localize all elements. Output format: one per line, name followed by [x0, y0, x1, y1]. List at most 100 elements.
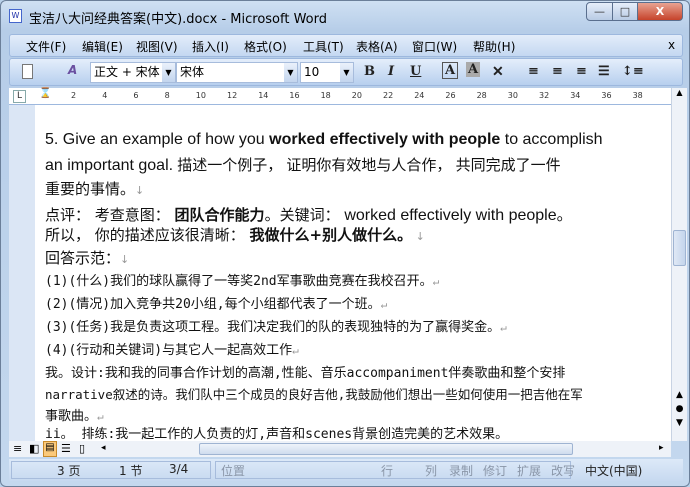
ruler-tick-label: 38 [632, 91, 643, 100]
styles-icon[interactable]: A [68, 63, 77, 77]
browse-object-icons[interactable]: ▲ ● ▼ [672, 388, 687, 430]
italic-button[interactable]: I [388, 64, 394, 79]
word-window: W 宝洁八大问经典答案(中文).docx - Microsoft Word — … [0, 0, 690, 487]
indent-marker[interactable]: ⌛ [39, 88, 51, 105]
maximize-button[interactable]: □ [612, 2, 638, 21]
horizontal-scroll-thumb[interactable] [199, 443, 573, 455]
status-row: 行 [381, 464, 394, 478]
paragraph-mark: ↵ [292, 344, 299, 357]
status-extend[interactable]: 扩展 [517, 462, 541, 479]
formatting-toolbar: A 正文 + 宋体 ▼ 宋体 ▼ 10 ▼ B I U A A ✕ ≡ ≡ ≡ ☰ ↕… [9, 58, 683, 86]
menu-help[interactable]: 帮助(H) [473, 38, 515, 55]
scroll-thumb[interactable] [673, 230, 686, 266]
answer-text: (2)(情况)加入竞争共20小组,每个小组都代表了一个班。 [45, 297, 381, 312]
underline-button[interactable]: U [410, 64, 421, 79]
outline-view-icon[interactable]: ☰ [61, 442, 71, 455]
font-value: 宋体 [180, 65, 205, 79]
answer-text: ii。 排练:我一起工作的人负责的灯,声音和scenes背景创造完美的艺术效果。 [45, 427, 509, 441]
tab-selector[interactable]: L [13, 90, 26, 103]
print-layout-view-icon[interactable]: ▤ [43, 441, 57, 457]
ruler-tick-label: 30 [507, 91, 518, 100]
line-spacing-icon[interactable]: ↕≡ [622, 64, 644, 79]
status-track-changes[interactable]: 修订 [483, 462, 507, 479]
question-line-1: 5. Give an example of how you worked eff… [45, 131, 603, 149]
menu-tools[interactable]: 工具(T) [303, 38, 344, 55]
menu-window[interactable]: 窗口(W) [412, 38, 457, 55]
menu-edit[interactable]: 编辑(E) [82, 38, 123, 55]
horizontal-ruler[interactable]: L ⌛ 2 4 6 8 10 12 14 16 18 20 22 24 26 28 30 32 34 36 38 [9, 88, 672, 105]
answer-heading: 回答示范：↓ [45, 247, 129, 268]
close-button[interactable]: X [637, 2, 683, 21]
align-right-icon[interactable]: ≡ [576, 64, 587, 79]
ruler-tick-label: 22 [383, 91, 394, 100]
menu-format[interactable]: 格式(O) [244, 38, 287, 55]
align-center-icon[interactable]: ≡ [552, 64, 563, 79]
menu-table[interactable]: 表格(A) [356, 38, 398, 55]
view-and-hscroll-bar: ≡ ◧ ▤ ☰ ▯ ◂ ▸ [9, 441, 671, 457]
minimize-button[interactable]: — [586, 2, 613, 21]
answer-text: (3)(任务)我是负责这项工程。我们决定我们的队的表现独特的为了赢得奖金。 [45, 320, 501, 335]
ruler-tick-label: 26 [445, 91, 456, 100]
title-bar: W 宝洁八大问经典答案(中文).docx - Microsoft Word — … [1, 1, 690, 31]
reading-view-icon[interactable]: ▯ [79, 442, 85, 455]
chevron-down-icon[interactable]: ▼ [340, 63, 353, 82]
document-page[interactable]: 5. Give an example of how you worked eff… [35, 105, 671, 441]
ruler-tick-label: 14 [258, 91, 269, 100]
status-page: 3 页 [57, 464, 81, 478]
status-page-count: 3/4 [169, 462, 189, 476]
status-overtype[interactable]: 改写 [551, 462, 575, 479]
answer-text: narrative叙述的诗。我们队中三个成员的良好吉他,我鼓励他们想出一些如何使… [45, 387, 583, 402]
answer-line: 我。设计:我和我的同事合作计划的高潮,性能、音乐accompaniment伴奏歌… [45, 362, 565, 381]
answer-line: 事歌曲。↵ [45, 405, 104, 424]
ruler-tick-label: 8 [164, 91, 170, 100]
question-text: to accomplish [500, 131, 603, 148]
question-translation: 描述一个例子， 证明你有效地与人合作， 共同完成了一件 [173, 157, 561, 174]
answer-text: (1)(什么)我们的球队赢得了一等奖2nd军事歌曲竞赛在我校召开。 [45, 274, 433, 289]
ruler-tick-label: 20 [351, 91, 362, 100]
question-line-3: 重要的事情。↓ [45, 178, 144, 199]
answer-text: 事歌曲。 [45, 409, 98, 424]
ruler-tick-label: 10 [195, 91, 206, 100]
comment-line-1: 点评： 考查意图： 团队合作能力。关键词： worked effectively… [45, 201, 573, 225]
answer-line: narrative叙述的诗。我们队中三个成员的良好吉他,我鼓励他们想出一些如何使… [45, 384, 583, 403]
char-shading-button[interactable]: A [466, 62, 481, 77]
status-record[interactable]: 录制 [449, 462, 473, 479]
scroll-left-icon[interactable]: ◂ [101, 443, 106, 453]
font-size-combo[interactable]: 10 ▼ [300, 62, 354, 83]
web-view-icon[interactable]: ◧ [29, 442, 39, 455]
font-size-value: 10 [304, 65, 320, 79]
ruler-tick-label: 6 [133, 91, 139, 100]
char-border-button[interactable]: A [442, 62, 459, 79]
scroll-right-icon[interactable]: ▸ [659, 443, 664, 453]
scroll-up-icon[interactable]: ▲ [672, 88, 687, 102]
paragraph-mark: ↵ [432, 275, 440, 288]
question-text: an important goal. [45, 157, 174, 174]
menu-file[interactable]: 文件(F) [26, 38, 66, 55]
ruler-tick-label: 12 [227, 91, 238, 100]
question-text: 5. Give an example of how you [45, 131, 270, 148]
char-scaling-icon[interactable]: ✕ [492, 64, 504, 80]
font-combo[interactable]: 宋体 ▼ [176, 62, 298, 83]
comment-bold: 我做什么+别人做什么。 [249, 226, 413, 244]
ruler-tick-label: 18 [320, 91, 331, 100]
menu-view[interactable]: 视图(V) [136, 38, 178, 55]
ruler-tick-label: 4 [102, 91, 108, 100]
distributed-icon[interactable]: ☰ [598, 64, 610, 79]
status-language[interactable]: 中文(中国) [585, 462, 642, 479]
chevron-down-icon[interactable]: ▼ [284, 63, 297, 82]
bold-button[interactable]: B [364, 64, 375, 79]
vertical-scrollbar[interactable]: ▲ ▲ ● ▼ [671, 88, 687, 441]
close-doc-button[interactable]: x [668, 38, 675, 52]
comment-keyword: worked effectively with people。 [344, 207, 573, 224]
style-combo[interactable]: 正文 + 宋体 ▼ [90, 62, 176, 83]
chevron-down-icon[interactable]: ▼ [162, 63, 175, 82]
normal-view-icon[interactable]: ≡ [13, 442, 22, 455]
question-line-2: an important goal. 描述一个例子， 证明你有效地与人合作， 共… [45, 154, 561, 175]
new-document-icon[interactable] [22, 64, 33, 79]
ruler-tick-label: 16 [289, 91, 300, 100]
paragraph-mark: ↓ [135, 184, 145, 197]
status-section: 1 节 [119, 464, 143, 478]
question-translation: 重要的事情。 [45, 180, 136, 198]
align-justify-icon[interactable]: ≡ [528, 64, 539, 79]
menu-insert[interactable]: 插入(I) [192, 38, 229, 55]
